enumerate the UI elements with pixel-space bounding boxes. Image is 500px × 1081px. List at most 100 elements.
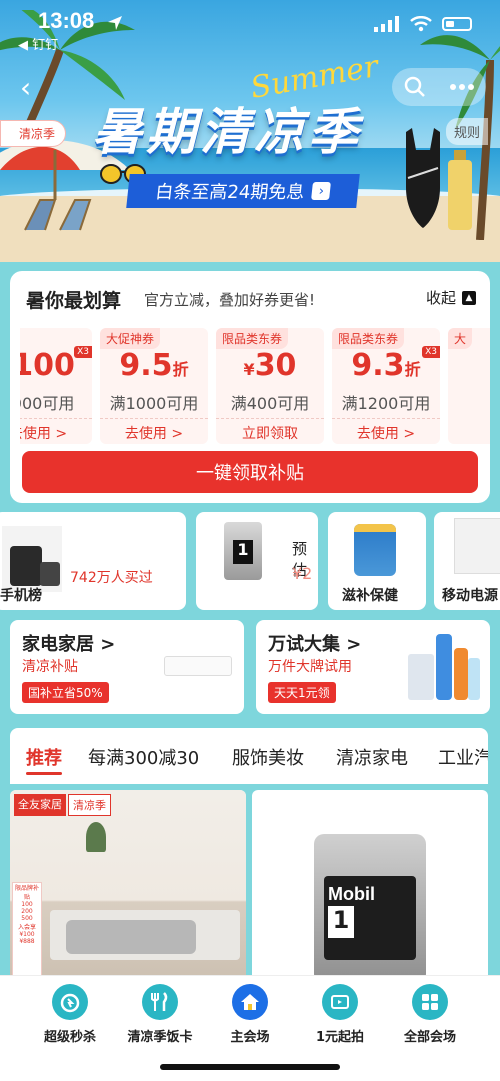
tab-industrial[interactable]: 工业汽 — [438, 744, 488, 770]
tab-recommend[interactable]: 推荐 — [26, 744, 62, 770]
nav-all-venues[interactable]: 全部会场 — [385, 984, 475, 1045]
category-subtitle: 清凉补贴 — [22, 659, 78, 675]
coupon-list: 神券 X3 ¥100 1000可用 去使用 > 大促神券 9.5折 满1000可… — [20, 328, 490, 444]
installment-text: 白条至高24期免息 — [154, 182, 306, 203]
coupon-action[interactable]: 去使用 > — [100, 418, 208, 443]
back-app-label: 钉钉 — [32, 38, 59, 53]
phone-buyers-count: 742万人买过 — [70, 570, 153, 586]
oil-product-card[interactable]: 预估 ¥2 — [196, 512, 318, 610]
back-triangle-icon: ◀ — [18, 38, 33, 53]
coupon-card[interactable]: 大促神券 9.5折 满1000可用 去使用 > — [100, 328, 208, 444]
nav-flash-sale[interactable]: 超级秒杀 — [25, 984, 115, 1045]
mobil-brand: Mobil — [328, 884, 375, 904]
bottom-navigation: 超级秒杀 清凉季饭卡 主会场 1元起拍 全部会场 — [0, 975, 500, 1081]
coupon-tag: 大促神券 — [100, 328, 161, 349]
plant-shape — [86, 822, 106, 852]
status-icons — [374, 16, 472, 32]
home-indicator — [160, 1064, 340, 1070]
coupon-card[interactable]: 限品类东券 ¥30 满400可用 立即领取 — [216, 328, 324, 444]
back-button[interactable]: ‹ — [20, 74, 31, 102]
nav-one-yuan[interactable]: 1元起拍 — [295, 984, 385, 1045]
nav-label: 清凉季饭卡 — [127, 1030, 193, 1045]
nav-label: 全部会场 — [403, 1030, 456, 1045]
coupon-action[interactable]: 去使用 > — [332, 418, 440, 443]
sunscreen-bottle-icon — [448, 150, 472, 230]
swimsuit-icon — [406, 128, 440, 228]
nav-meal-card[interactable]: 清凉季饭卡 — [115, 984, 205, 1045]
side-list-item: 100 — [21, 901, 33, 908]
location-arrow-icon — [108, 16, 122, 30]
coupon-action[interactable]: 去使用 > — [20, 418, 92, 443]
coupon-condition: 1000可用 — [20, 394, 75, 413]
mobil-number: 1 — [328, 906, 354, 938]
status-bar: 13:08 — [0, 6, 500, 38]
product-card[interactable]: Mobil 1 — [252, 790, 488, 990]
coupon-tag: 限品类东券 — [216, 328, 289, 349]
ticket-icon — [322, 984, 358, 1020]
coupon-section-title: 暑你最划算 — [26, 290, 122, 312]
tab-cooling[interactable]: 清凉家电 — [336, 744, 408, 770]
side-list-item: 限品牌补贴 — [14, 885, 39, 901]
coupon-unit: 折 — [172, 360, 189, 379]
side-list-item: 500 — [21, 915, 33, 922]
tab-discount[interactable]: 每满300减30 — [88, 744, 199, 770]
chevron-left-icon: ‹ — [20, 71, 32, 104]
rules-button[interactable]: 规则 — [445, 118, 488, 145]
top-action-capsule — [392, 68, 486, 106]
coupon-section: 暑你最划算 官方立减，叠加好券更省! 收起 ▲ 神券 X3 ¥100 1000可… — [10, 271, 490, 503]
brand-tag: 全友家居 — [14, 794, 66, 816]
coupon-value: 9.5折 — [100, 348, 208, 383]
coupon-tag: 限品类东券 — [332, 328, 405, 349]
air-conditioner-image — [164, 656, 232, 676]
trial-category-card[interactable]: 万试大集 > 万件大牌试用 天天1元领 — [256, 620, 490, 714]
nav-label: 超级秒杀 — [43, 1030, 96, 1045]
coupon-amount: 30 — [254, 348, 297, 383]
battery-icon — [442, 17, 472, 31]
nav-label: 主会场 — [230, 1030, 270, 1045]
subsidy-side-list: 限品牌补贴 100 200 500 入会享 ¥100 ¥888 — [12, 882, 42, 982]
nav-main-venue[interactable]: 主会场 — [205, 984, 295, 1045]
coupon-tag: 大 — [448, 328, 473, 349]
status-time: 13:08 — [38, 8, 95, 33]
oil-product-image — [224, 522, 262, 580]
claim-all-button[interactable]: 一键领取补贴 — [22, 451, 478, 493]
chevron-up-icon: ▲ — [462, 290, 476, 305]
tab-fashion[interactable]: 服饰美妆 — [232, 744, 304, 770]
grid-icon — [412, 984, 448, 1020]
coupon-condition: 满1000可用 — [109, 394, 199, 413]
hero-title: 暑期清凉季 — [92, 103, 362, 161]
chevron-right-icon: › — [311, 182, 332, 200]
product-tags: 全友家居 清凉季 — [14, 794, 111, 816]
coupon-card[interactable]: 限品类东券 X3 9.3折 满1200可用 去使用 > — [332, 328, 440, 444]
coupon-amount: 9.5 — [119, 348, 173, 383]
coupon-value: ¥100 — [20, 348, 92, 383]
appliance-category-card[interactable]: 家电家居 > 清凉补贴 国补立省50% — [10, 620, 244, 714]
health-card[interactable]: 滋补保健 — [328, 512, 426, 610]
phone-shape — [10, 546, 42, 586]
alarm-icon — [52, 984, 88, 1020]
health-label: 滋补保健 — [342, 588, 398, 604]
back-to-app[interactable]: ◀ 钉钉 — [18, 34, 58, 53]
installment-banner[interactable]: 白条至高24期免息 › — [126, 174, 360, 208]
powerbank-label: 移动电源 — [442, 588, 498, 604]
oil-price: ¥2 — [292, 564, 313, 583]
beach-chairs-icon — [24, 199, 92, 231]
coupon-unit: 折 — [404, 360, 421, 379]
product-card[interactable]: 全友家居 清凉季 限品牌补贴 100 200 500 入会享 ¥100 ¥888 — [10, 790, 246, 990]
powerbank-card[interactable]: 移动电源 — [434, 512, 500, 610]
category-tabs: 推荐 每满300减30 服饰美妆 清凉家电 工业汽 — [10, 728, 488, 784]
powerbank-image — [454, 518, 500, 574]
coupon-amount: 9.3 — [351, 348, 405, 383]
search-icon[interactable] — [403, 75, 427, 99]
blanket-shape — [66, 920, 196, 954]
category-title: 家电家居 > — [22, 634, 116, 655]
coupon-action[interactable]: 立即领取 — [216, 418, 324, 443]
phone-ranking-card[interactable]: 手机榜 742万人买过 — [0, 512, 186, 610]
more-icon[interactable] — [449, 83, 475, 91]
skincare-bottles-image — [408, 634, 480, 700]
coupon-card[interactable]: 大 — [448, 328, 490, 444]
active-tab-underline — [26, 772, 62, 775]
phone-ranking-label: 手机榜 — [0, 588, 42, 604]
coupon-card[interactable]: 神券 X3 ¥100 1000可用 去使用 > — [20, 328, 92, 444]
collapse-button[interactable]: 收起 ▲ — [426, 287, 476, 308]
